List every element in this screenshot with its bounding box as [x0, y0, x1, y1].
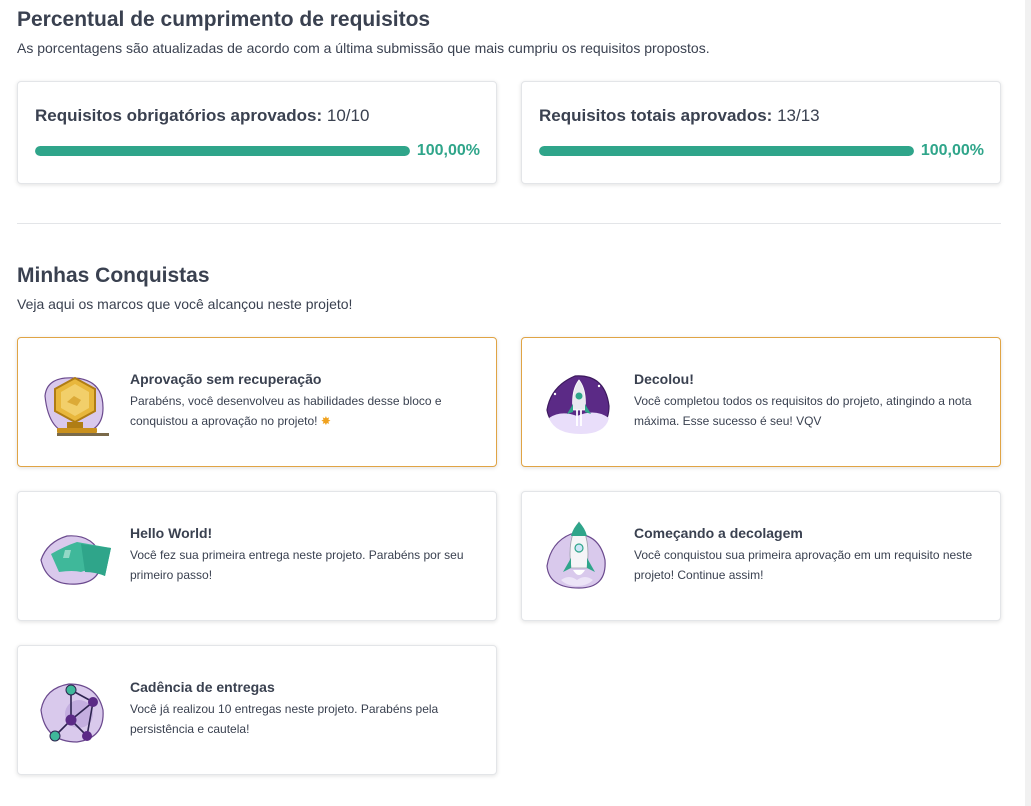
star-icon: ✸ [320, 414, 331, 428]
total-progress-bar [539, 146, 914, 156]
achievement-description: Você conquistou sua primeira aprovação e… [634, 548, 973, 582]
achievements-subtitle: Veja aqui os marcos que você alcançou ne… [17, 296, 353, 312]
mandatory-progress-fill [35, 146, 410, 156]
achievement-description: Você já realizou 10 entregas neste proje… [130, 702, 439, 736]
trophy-badge-icon [37, 366, 113, 440]
rocket-icon [541, 520, 617, 594]
total-requirements-label: Requisitos totais aprovados: [539, 106, 773, 125]
page-scrollbar[interactable] [1025, 0, 1031, 806]
achievement-title: Começando a decolagem [634, 525, 803, 541]
achievement-description: Você fez sua primeira entrega neste proj… [130, 548, 464, 582]
total-progress-fill [539, 146, 914, 156]
requirements-subtitle: As porcentagens são atualizadas de acord… [17, 40, 710, 56]
requirements-title: Percentual de cumprimento de requisitos [17, 8, 431, 31]
mandatory-requirements-value: 10/10 [326, 106, 370, 125]
achievement-title: Hello World! [130, 525, 213, 541]
achievement-description: Você completou todos os requisitos do pr… [634, 394, 972, 428]
mandatory-requirements-label: Requisitos obrigatórios aprovados: [35, 106, 323, 125]
achievement-card-starting-liftoff: Começando a decolagem Você conquistou su… [521, 491, 1001, 621]
achievement-card-liftoff: Decolou! Você completou todos os requisi… [521, 337, 1001, 467]
achievement-card-approval: Aprovação sem recuperação Parabéns, você… [17, 337, 497, 467]
mandatory-percent: 100,00% [416, 142, 480, 159]
flag-icon [37, 520, 113, 594]
network-nodes-icon [37, 674, 113, 748]
mandatory-progress-bar [35, 146, 410, 156]
achievement-title: Cadência de entregas [130, 679, 275, 695]
achievement-description: Parabéns, você desenvolveu as habilidade… [130, 394, 442, 428]
achievements-title: Minhas Conquistas [17, 264, 210, 287]
total-percent: 100,00% [920, 142, 984, 159]
achievement-title: Decolou! [634, 371, 694, 387]
mandatory-requirements-card: Requisitos obrigatórios aprovados: 10/10… [17, 81, 497, 184]
achievement-card-delivery-cadence: Cadência de entregas Você já realizou 10… [17, 645, 497, 775]
total-requirements-card: Requisitos totais aprovados: 13/13 100,0… [521, 81, 1001, 184]
total-requirements-value: 13/13 [777, 106, 820, 125]
section-divider [17, 223, 1001, 224]
rocket-launch-icon [541, 366, 617, 440]
achievements-header: Minhas Conquistas Veja aqui os marcos qu… [17, 264, 1001, 313]
achievement-title: Aprovação sem recuperação [130, 371, 322, 387]
requirements-header: Percentual de cumprimento de requisitos … [17, 8, 1001, 57]
achievement-card-hello-world: Hello World! Você fez sua primeira entre… [17, 491, 497, 621]
